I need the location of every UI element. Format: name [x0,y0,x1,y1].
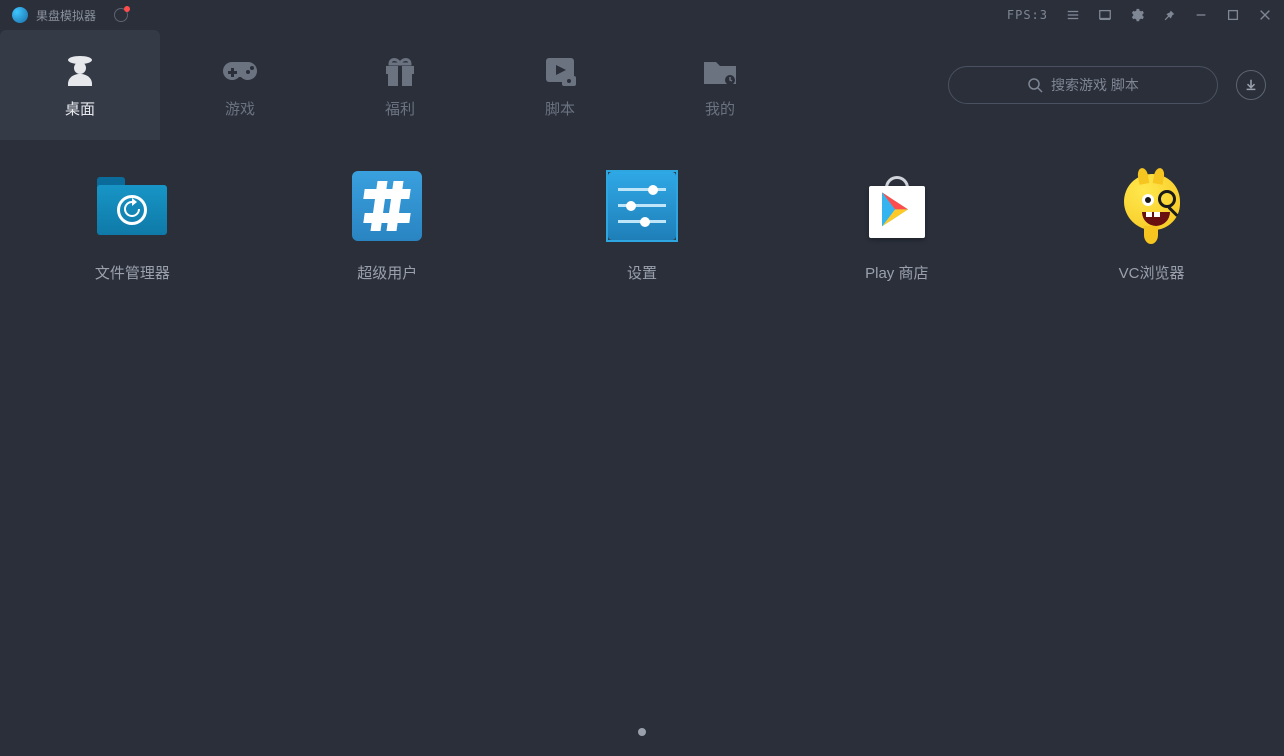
app-file-manager[interactable]: 文件管理器 [80,170,185,283]
superuser-icon [351,170,423,242]
tab-label: 桌面 [65,98,95,119]
my-folder-icon [700,52,740,88]
app-superuser[interactable]: 超级用户 [335,170,440,283]
app-title: 果盘模拟器 [36,7,96,24]
app-label: 超级用户 [357,262,417,283]
page-dot[interactable] [638,728,646,736]
pin-icon[interactable] [1162,8,1176,22]
file-manager-icon [96,170,168,242]
app-label: VC浏览器 [1119,262,1185,283]
app-grid: 文件管理器 超级用户 设置 [0,170,1284,283]
settings-gear-icon[interactable] [1130,8,1144,22]
download-button[interactable] [1236,70,1266,100]
app-vc-browser[interactable]: VC浏览器 [1099,170,1204,283]
search-input[interactable]: 搜索游戏 脚本 [948,66,1218,104]
tab-label: 脚本 [545,98,575,119]
gift-icon [380,52,420,88]
vc-browser-icon [1116,170,1188,242]
search-placeholder: 搜索游戏 脚本 [1051,75,1139,95]
app-label: Play 商店 [865,262,928,283]
titlebar: 果盘模拟器 FPS:3 [0,0,1284,30]
tab-label: 福利 [385,98,415,119]
maximize-icon[interactable] [1226,8,1240,22]
tab-scripts[interactable]: 脚本 [480,30,640,140]
minimize-icon[interactable] [1194,8,1208,22]
play-store-icon [861,170,933,242]
desktop-area: 文件管理器 超级用户 设置 [0,140,1284,756]
page-indicator [638,728,646,736]
close-icon[interactable] [1258,8,1272,22]
accelerate-icon[interactable] [114,8,128,22]
tab-benefits[interactable]: 福利 [320,30,480,140]
app-play-store[interactable]: Play 商店 [844,170,949,283]
desktop-user-icon [60,52,100,88]
settings-icon [606,170,678,242]
app-logo-icon [12,7,28,23]
fullscreen-icon[interactable] [1098,8,1112,22]
fps-counter: FPS:3 [1007,8,1048,22]
tab-label: 我的 [705,98,735,119]
app-label: 文件管理器 [95,262,170,283]
search-icon [1027,77,1043,93]
tab-games[interactable]: 游戏 [160,30,320,140]
tab-desktop[interactable]: 桌面 [0,30,160,140]
header: 桌面 游戏 福利 脚本 我的 [0,30,1284,140]
tabs: 桌面 游戏 福利 脚本 我的 [0,30,800,140]
gamepad-icon [220,52,260,88]
app-settings[interactable]: 设置 [590,170,695,283]
list-view-icon[interactable] [1066,8,1080,22]
app-label: 设置 [627,262,657,283]
tab-label: 游戏 [225,98,255,119]
download-icon [1244,78,1258,92]
tab-mine[interactable]: 我的 [640,30,800,140]
script-icon [540,52,580,88]
